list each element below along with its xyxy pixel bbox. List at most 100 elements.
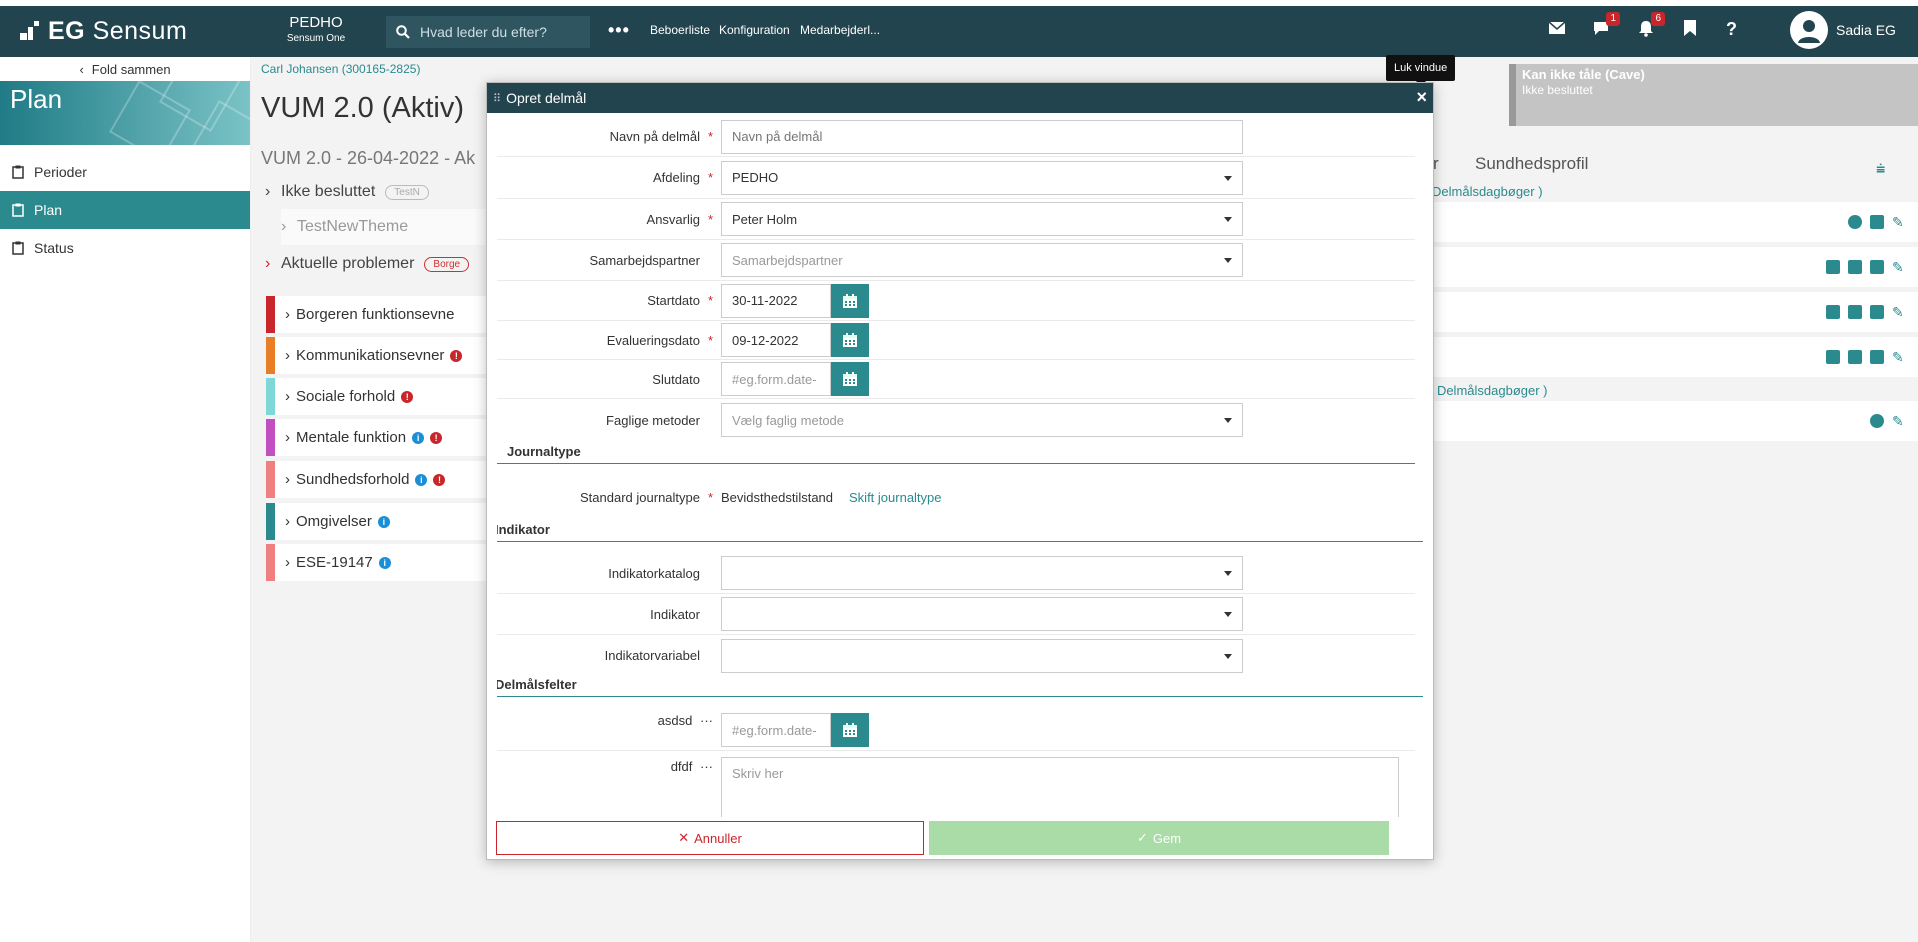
tree-item-label: TestNewTheme xyxy=(297,218,409,235)
evalueringsdato-input[interactable]: 09-12-2022 xyxy=(721,323,831,357)
comment-add-icon[interactable] xyxy=(1870,215,1884,229)
indikatorkatalog-select[interactable] xyxy=(721,556,1243,590)
comment-add-icon[interactable] xyxy=(1848,260,1862,274)
info-icon[interactable]: i xyxy=(377,515,390,528)
right-row: ✎ xyxy=(1431,292,1918,332)
target-icon[interactable] xyxy=(1848,215,1862,229)
clipboard-icon xyxy=(12,203,24,217)
pencil-icon[interactable]: ✎ xyxy=(1892,414,1906,428)
status-tag: TestN xyxy=(385,184,429,200)
modal-header[interactable]: ⠿ Opret delmål × xyxy=(487,83,1433,113)
close-icon: ✕ xyxy=(678,830,690,845)
eg-sensum-logo[interactable]: EG Sensum xyxy=(20,17,187,45)
pencil-icon[interactable]: ✎ xyxy=(1892,260,1906,274)
notifications-button[interactable]: 6 xyxy=(1637,12,1665,43)
book-icon[interactable] xyxy=(1826,305,1840,319)
sidebar-item-status[interactable]: Status xyxy=(0,229,250,267)
ansvarlig-select[interactable]: Peter Holm xyxy=(721,202,1243,236)
comment-add-icon[interactable] xyxy=(1848,305,1862,319)
calendar-add-icon[interactable] xyxy=(1870,260,1884,274)
filter-icon[interactable]: ⩧ xyxy=(1876,161,1885,179)
problem-row[interactable]: › Omgivelser i xyxy=(266,503,486,542)
problem-row[interactable]: › Sundhedsforhold i! xyxy=(266,461,486,500)
caret-down-icon xyxy=(1224,175,1232,181)
field-menu-icon[interactable]: ··· xyxy=(700,713,713,728)
save-button[interactable]: ✓ Gem xyxy=(929,821,1389,855)
warning-icon[interactable]: ! xyxy=(430,431,443,444)
problem-color-bar xyxy=(266,378,275,415)
save-label: Gem xyxy=(1152,830,1182,846)
book-icon[interactable] xyxy=(1826,350,1840,364)
problem-row[interactable]: › Mentale funktion i! xyxy=(266,419,486,458)
search-box[interactable] xyxy=(386,16,590,48)
field-menu-icon[interactable]: ··· xyxy=(700,759,713,774)
field-samarbejdspartner: Samarbejdspartner Samarbejdspartner xyxy=(497,240,1415,281)
drag-handle-icon[interactable]: ⠿ xyxy=(493,92,501,105)
page-title: VUM 2.0 (Aktiv) xyxy=(261,92,465,124)
tree-item-testnewtheme[interactable]: › TestNewTheme xyxy=(281,209,491,245)
problem-color-bar xyxy=(266,296,275,333)
pencil-icon[interactable]: ✎ xyxy=(1892,305,1906,319)
messages-button[interactable]: 1 xyxy=(1592,12,1620,43)
faglige-metoder-select[interactable]: Vælg faglig metode xyxy=(721,403,1243,437)
tree-item-aktuelle-problemer[interactable]: › Aktuelle problemer Borge xyxy=(265,246,475,282)
samarbejdspartner-select[interactable]: Samarbejdspartner xyxy=(721,243,1243,277)
problem-row[interactable]: › Borgeren funktionsevne xyxy=(266,296,486,335)
navn-input[interactable] xyxy=(721,119,1243,154)
search-input[interactable] xyxy=(420,24,580,40)
cancel-button[interactable]: ✕ Annuller xyxy=(496,821,924,855)
calendar-icon[interactable] xyxy=(831,283,869,318)
delmaalsdagboeger-link[interactable]: ) Delmålsdagbøger ) xyxy=(1429,383,1548,398)
info-icon[interactable]: i xyxy=(378,556,391,569)
field-startdato: Startdato * 30-11-2022 xyxy=(497,281,1415,321)
skift-journaltype-link[interactable]: Skift journaltype xyxy=(849,490,942,505)
calendar-icon[interactable] xyxy=(831,713,869,747)
page-subtitle: VUM 2.0 - 26-04-2022 - Ak xyxy=(261,148,476,168)
warning-icon[interactable]: ! xyxy=(401,390,414,403)
target-icon[interactable] xyxy=(1870,414,1884,428)
problem-row[interactable]: › ESE-19147 i xyxy=(266,544,486,583)
tree-item-label: Ikke besluttet xyxy=(281,183,376,200)
dfdf-textarea[interactable]: Skriv her xyxy=(721,757,1399,817)
sidebar-item-plan[interactable]: Plan xyxy=(0,191,250,229)
startdato-input[interactable]: 30-11-2022 xyxy=(721,283,831,318)
comment-add-icon[interactable] xyxy=(1848,350,1862,364)
more-menu-icon[interactable]: ••• xyxy=(608,20,630,41)
nav-konfiguration[interactable]: Konfiguration xyxy=(719,23,790,37)
calendar-add-icon[interactable] xyxy=(1870,305,1884,319)
calendar-icon[interactable] xyxy=(831,362,869,396)
warning-icon[interactable]: ! xyxy=(433,473,446,486)
info-icon[interactable]: i xyxy=(415,473,428,486)
afdeling-select[interactable]: PEDHO xyxy=(721,160,1243,195)
app: { "topbar": { "logo": {"prefix": "EG", "… xyxy=(0,0,1918,942)
user-menu[interactable]: Sadia EG xyxy=(1790,11,1896,49)
indikatorvariabel-select[interactable] xyxy=(721,638,1243,673)
nav-beboerliste[interactable]: Beboerliste xyxy=(650,23,710,37)
pencil-icon[interactable]: ✎ xyxy=(1892,350,1906,364)
calendar-icon[interactable] xyxy=(831,323,869,357)
asdsd-date-input[interactable]: #eg.form.date- xyxy=(721,713,831,747)
cave-box[interactable]: Kan ikke tåle (Cave) Ikke besluttet xyxy=(1509,64,1918,126)
info-icon[interactable]: i xyxy=(412,431,425,444)
tree-item-ikke-besluttet[interactable]: › Ikke besluttet TestN xyxy=(265,174,475,210)
nav-medarbejderliste[interactable]: Medarbejderl... xyxy=(800,23,880,37)
help-icon[interactable]: ? xyxy=(1726,19,1737,43)
sidebar-item-perioder[interactable]: Perioder xyxy=(0,153,250,191)
breadcrumb[interactable]: Carl Johansen (300165-2825) xyxy=(261,62,420,76)
calendar-add-icon[interactable] xyxy=(1870,350,1884,364)
warning-icon[interactable]: ! xyxy=(450,349,463,362)
bookmark-icon[interactable] xyxy=(1682,19,1698,43)
pencil-icon[interactable]: ✎ xyxy=(1892,215,1906,229)
slutdato-input[interactable]: #eg.form.date- xyxy=(721,362,831,396)
fold-sidebar-button[interactable]: ‹ Fold sammen xyxy=(0,57,250,81)
modal-body: Navn på delmål* Afdeling* PEDHO Ansvarli… xyxy=(497,113,1425,817)
mail-icon[interactable] xyxy=(1548,19,1566,43)
close-icon[interactable]: × xyxy=(1416,87,1427,108)
indikator-select[interactable] xyxy=(721,597,1243,631)
delmaalsdagboeger-link[interactable]: Delmålsdagbøger ) xyxy=(1432,184,1543,199)
org-selector[interactable]: PEDHO Sensum One xyxy=(276,14,356,44)
book-icon[interactable] xyxy=(1826,260,1840,274)
problem-row[interactable]: › Kommunikationsevner! xyxy=(266,337,486,376)
problem-row[interactable]: › Sociale forhold! xyxy=(266,378,486,417)
tab-sundhedsprofil[interactable]: Sundhedsprofil xyxy=(1475,154,1588,174)
